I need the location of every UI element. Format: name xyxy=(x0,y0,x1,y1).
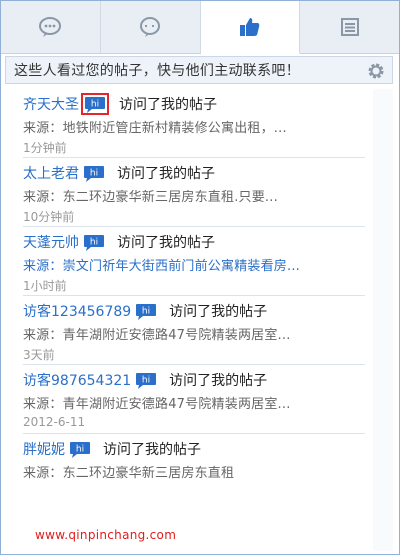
visit-source[interactable]: 来源：青年湖附近安德路47号院精装两居室... xyxy=(23,324,365,343)
notice-bar: 这些人看过您的帖子，快与他们主动联系吧！ xyxy=(5,56,393,84)
svg-text:hi: hi xyxy=(90,237,98,247)
visit-source[interactable]: 来源：青年湖附近安德路47号院精装两居室... xyxy=(23,393,365,412)
visit-source[interactable]: 来源：东二环边豪华新三居房东直租 xyxy=(23,462,365,481)
visit-source[interactable]: 来源：崇文门祈年大街西前门前公寓精装看房... xyxy=(23,255,365,274)
list-item: 齐天大圣 hi 访问了我的帖子 来源：地铁附近管庄新村精装修公寓出租，... 1… xyxy=(23,89,365,158)
gear-icon[interactable] xyxy=(366,61,386,81)
list-item: 天蓬元帅 hi 访问了我的帖子 来源：崇文门祈年大街西前门前公寓精装看房... … xyxy=(23,227,365,296)
hi-chat-icon[interactable]: hi xyxy=(83,165,105,182)
hi-highlight-box[interactable]: hi xyxy=(81,93,109,115)
tab-bar xyxy=(1,1,399,54)
list-item: 访客987654321 hi 访问了我的帖子 来源：青年湖附近安德路47号院精装… xyxy=(23,365,365,434)
visit-action: 访问了我的帖子 xyxy=(169,373,268,389)
chat-bubble-icon xyxy=(39,17,62,37)
visitor-list: 齐天大圣 hi 访问了我的帖子 来源：地铁附近管庄新村精装修公寓出租，... 1… xyxy=(23,89,365,484)
svg-text:hi: hi xyxy=(76,444,84,454)
visitor-name[interactable]: 胖妮妮 xyxy=(23,439,65,459)
visit-action: 访问了我的帖子 xyxy=(117,166,215,182)
visitor-name[interactable]: 太上老君 xyxy=(23,163,79,183)
visit-action: 访问了我的帖子 xyxy=(103,442,201,458)
hi-chat-icon[interactable]: hi xyxy=(83,234,105,251)
visit-time: 3天前 xyxy=(23,348,55,362)
visit-action: 访问了我的帖子 xyxy=(169,304,268,320)
visitor-name[interactable]: 齐天大圣 xyxy=(23,94,79,114)
hi-chat-icon[interactable]: hi xyxy=(84,96,106,113)
visit-time: 1小时前 xyxy=(23,279,67,293)
svg-text:hi: hi xyxy=(142,306,150,316)
notice-text: 这些人看过您的帖子，快与他们主动联系吧！ xyxy=(14,63,300,79)
watermark: www.qinpinchang.com xyxy=(35,528,177,542)
svg-text:hi: hi xyxy=(91,100,99,110)
hi-chat-icon[interactable]: hi xyxy=(69,441,91,458)
tab-comments[interactable] xyxy=(101,1,201,53)
visitor-name[interactable]: 天蓬元帅 xyxy=(23,232,79,252)
list-item: 访客123456789 hi 访问了我的帖子 来源：青年湖附近安德路47号院精装… xyxy=(23,296,365,365)
visit-source[interactable]: 来源：东二环边豪华新三居房东直租.只要... xyxy=(23,186,365,205)
tab-visitors[interactable] xyxy=(200,1,301,54)
tab-messages[interactable] xyxy=(1,1,101,53)
list-item: 太上老君 hi 访问了我的帖子 来源：东二环边豪华新三居房东直租.只要... 1… xyxy=(23,158,365,227)
svg-text:hi: hi xyxy=(142,375,150,385)
visit-action: 访问了我的帖子 xyxy=(117,235,215,251)
comment-icon xyxy=(140,17,161,37)
list-item: 胖妮妮 hi 访问了我的帖子 来源：东二环边豪华新三居房东直租 xyxy=(23,434,365,484)
visit-time: 1分钟前 xyxy=(23,141,67,155)
visit-source[interactable]: 来源：地铁附近管庄新村精装修公寓出租，... xyxy=(23,117,365,136)
svg-text:hi: hi xyxy=(90,168,98,178)
tab-list[interactable] xyxy=(300,1,399,53)
visitors-panel: 这些人看过您的帖子，快与他们主动联系吧！ 齐天大圣 hi 访问了我的帖子 来源：… xyxy=(0,0,400,555)
visitor-name[interactable]: 访客987654321 xyxy=(23,370,131,390)
visitor-name[interactable]: 访客123456789 xyxy=(23,301,131,321)
visit-time: 10分钟前 xyxy=(23,210,75,224)
visit-time: 2012-6-11 xyxy=(23,415,86,429)
visit-action: 访问了我的帖子 xyxy=(119,97,217,113)
hi-chat-icon[interactable]: hi xyxy=(135,372,157,389)
scrollbar[interactable] xyxy=(373,89,393,551)
hi-chat-icon[interactable]: hi xyxy=(135,303,157,320)
thumbs-up-icon xyxy=(239,18,260,36)
list-icon xyxy=(340,18,359,36)
